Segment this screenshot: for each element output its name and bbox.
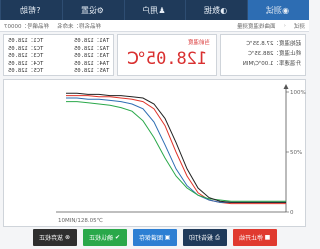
channel-tc: TC4：128.05 [8, 60, 44, 67]
breadcrumb-item-2[interactable]: 面曲线温度测量 [237, 22, 276, 30]
sample-name: 样品名称：未命名 [57, 23, 102, 30]
series-line-0 [66, 95, 286, 205]
action-bar: 放弃校正 ⊗ 确认校正 ✔ 图谱保存 ▣ 报告打印 ⎙ 停止开始 ■ [3, 229, 306, 246]
channel-ta: TA2：128.05 [73, 45, 109, 52]
channel-tc: TC5：128.05 [8, 68, 44, 75]
check-button[interactable]: 确认校正 ✔ [82, 229, 127, 246]
y-tick-label-top: 100% [290, 90, 306, 96]
nav-item-label: 帮助 [20, 5, 37, 15]
channel-row: TC4：128.05 TA4：128.05 [8, 61, 109, 69]
button-label: 停止开始 [238, 235, 263, 242]
channel-row: TC2：128.05 TA2：128.05 [8, 46, 109, 54]
info-panels: TC1：128.05 TA1：128.05 TC2：128.05 TA2：128.05… [3, 34, 306, 76]
x-button[interactable]: 放弃校正 ⊗ [32, 229, 77, 246]
channel-tc: TC1：128.05 [8, 38, 44, 44]
breadcrumb-separator: › [283, 22, 286, 29]
y-axis-arrow [283, 84, 289, 89]
gear-icon: ⚙ [96, 5, 104, 15]
button-label: 图谱保存 [138, 235, 163, 242]
y-tick-label-bottom: 0 [290, 210, 294, 216]
channel-ta: TA1：128.05 [73, 38, 109, 44]
print-button[interactable]: 报告打印 ⎙ [182, 229, 227, 246]
channel-row: TC3：128.05 TA3：128.05 [8, 53, 109, 61]
channel-ta: TA5：128.05 [73, 68, 109, 75]
x-axis-label: 10MIN/128.05℃ [58, 217, 103, 224]
test-params-panel: 起始温度：27.8.35℃ 终止温度：288.35℃ 升温速率：1.00℃/MI… [220, 34, 306, 76]
series-line-1 [66, 97, 286, 203]
nav-item-label: 用户 [142, 5, 159, 15]
y-tick-label-mid: 50% [290, 150, 302, 156]
param-heat-rate: 升温速率：1.00℃/MIN [242, 61, 301, 67]
stop-button[interactable]: 停止开始 ■ [232, 229, 277, 246]
nav-item-2[interactable]: 用户 ♟ [123, 0, 186, 20]
nav-item-label: 设置 [80, 5, 97, 15]
x-icon: ⊗ [64, 234, 71, 241]
nav-item-label: 测试 [266, 5, 283, 15]
channel-tc: TC2：128.05 [8, 45, 44, 52]
nav-item-4[interactable]: 测试 ◉ [247, 0, 309, 20]
top-nav: 帮助? 设置 ⚙ 用户 ♟ 数据 ◐ 测试 ◉ [0, 0, 309, 20]
data-icon: ◐ [220, 5, 228, 15]
channel-ta: TA3：128.05 [73, 53, 109, 60]
channel-row: TC1：128.05 TA1：128.05 [8, 38, 109, 46]
channel-row: TC5：128.05 TA5：128.05 [8, 68, 109, 76]
stop-icon: ■ [264, 234, 271, 241]
test-icon: ◉ [282, 5, 290, 15]
help-icon: ? [36, 5, 41, 15]
button-label: 报告打印 [189, 235, 214, 242]
chart-panel: 100% 50% 0 10MIN/128.05℃ [3, 79, 306, 227]
nav-item-1[interactable]: 设置 ⚙ [61, 0, 124, 20]
check-icon: ✔ [114, 234, 121, 241]
user-icon: ♟ [158, 5, 166, 15]
current-temp-panel: 当前温度 128.05℃ [117, 34, 217, 76]
button-label: 放弃校正 [38, 235, 63, 242]
current-temp-value: 128.05℃ [126, 49, 208, 69]
nav-item-3[interactable]: 数据 ◐ [185, 0, 247, 20]
button-label: 确认校正 [88, 235, 113, 242]
nav-item-0[interactable]: 帮助? [0, 0, 62, 20]
param-start-temp: 起始温度：27.8.35℃ [246, 41, 301, 47]
channel-tc: TC3：128.05 [8, 53, 44, 60]
breadcrumb-item-1[interactable]: 测试 [294, 22, 305, 30]
param-end-temp: 终止温度：288.35℃ [248, 51, 301, 57]
print-icon: ⎙ [215, 233, 220, 241]
sample-id: 样品编号：00007 [4, 23, 49, 30]
nav-item-label: 数据 [204, 5, 221, 15]
breadcrumb: 样品编号：00007 样品名称：未命名 面曲线温度测量 › 测试 [0, 20, 309, 32]
save-icon: ▣ [164, 234, 171, 241]
channel-ta: TA4：128.05 [73, 60, 109, 67]
current-temp-label: 当前温度 [187, 40, 210, 46]
save-button[interactable]: 图谱保存 ▣ [132, 229, 177, 246]
channel-readings: TC1：128.05 TA1：128.05 TC2：128.05 TA2：128.05… [3, 34, 114, 76]
series-line-3 [66, 92, 286, 203]
tga-chart: 100% 50% 0 10MIN/128.05℃ [56, 84, 306, 224]
